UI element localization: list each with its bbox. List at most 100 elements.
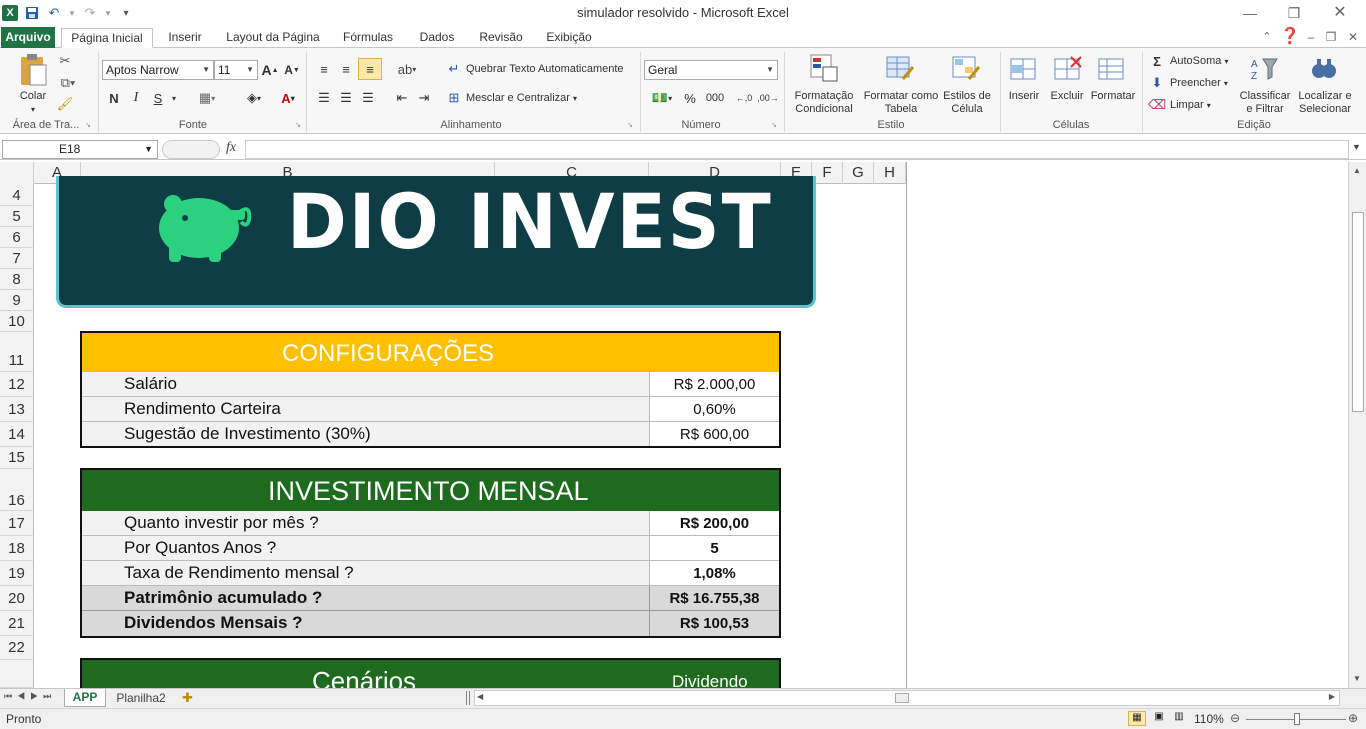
autosum-button[interactable]: AutoSoma ▾ xyxy=(1170,55,1228,68)
format-cells-button[interactable]: Formatar xyxy=(1088,90,1138,103)
worksheet-grid[interactable]: A B C D E F G H 4 5 6 7 8 9 10 11 12 13 … xyxy=(0,162,1348,688)
sheet-tab-app[interactable]: APP xyxy=(64,689,106,707)
monthly-value-cell[interactable]: 1,08% xyxy=(649,561,779,586)
align-bottom-icon[interactable]: ≡ xyxy=(358,58,382,80)
monthly-value-cell[interactable]: R$ 100,53 xyxy=(649,611,779,636)
autosum-icon[interactable]: Σ xyxy=(1150,54,1164,69)
row-header-21[interactable]: 21 xyxy=(0,611,34,636)
config-row[interactable]: Salário xyxy=(82,372,649,397)
monthly-value-cell[interactable]: 5 xyxy=(649,536,779,561)
percent-button[interactable]: % xyxy=(682,89,698,107)
help-icon[interactable]: ❓ xyxy=(1280,26,1300,48)
monthly-value-cell[interactable]: R$ 200,00 xyxy=(649,511,779,536)
number-format-combo[interactable]: Geral ▼ xyxy=(644,60,778,80)
sort-filter-icon[interactable]: AZ xyxy=(1248,54,1280,84)
copy-icon[interactable]: ⧉▾ xyxy=(56,75,80,91)
decrease-indent-icon[interactable]: ⇤ xyxy=(392,89,412,107)
format-table-button[interactable]: Formatar como Tabela xyxy=(862,90,940,116)
format-table-icon[interactable] xyxy=(884,52,916,84)
merge-center-icon[interactable]: ⊞ xyxy=(446,90,462,106)
tab-file[interactable]: Arquivo xyxy=(1,27,55,48)
zoom-out-icon[interactable]: ⊖ xyxy=(1230,711,1240,725)
config-row[interactable]: Rendimento Carteira xyxy=(82,397,649,422)
clipboard-launcher-icon[interactable]: ↘ xyxy=(84,121,92,129)
fill-icon[interactable]: ⬇ xyxy=(1150,75,1164,90)
underline-button[interactable]: S xyxy=(150,89,166,107)
cell-styles-icon[interactable] xyxy=(950,52,982,84)
row-header-14[interactable]: 14 xyxy=(0,422,34,447)
zoom-level[interactable]: 110% xyxy=(1194,712,1224,726)
monthly-total-row[interactable]: Patrimônio acumulado ? xyxy=(82,586,649,611)
scroll-thumb[interactable] xyxy=(1352,212,1364,412)
wb-minimize-icon[interactable]: – xyxy=(1302,26,1320,48)
font-name-combo[interactable]: Aptos Narrow ▼ xyxy=(102,60,214,80)
name-box[interactable]: E18 ▼ xyxy=(2,140,158,159)
row-header-16[interactable]: 16 xyxy=(0,469,34,511)
cell-styles-button[interactable]: Estilos de Célula xyxy=(938,90,996,116)
row-header-7[interactable]: 7 xyxy=(0,248,34,269)
config-value-cell[interactable]: R$ 2.000,00 xyxy=(649,372,779,397)
paste-icon[interactable] xyxy=(16,52,50,88)
align-center-icon[interactable]: ☰ xyxy=(336,89,356,107)
font-size-combo[interactable]: 11 ▼ xyxy=(214,60,258,80)
font-color-icon[interactable]: A ▾ xyxy=(274,89,302,107)
row-header-13[interactable]: 13 xyxy=(0,397,34,422)
normal-view-icon[interactable]: ▦ xyxy=(1128,711,1146,726)
row-header-17[interactable]: 17 xyxy=(0,511,34,536)
find-select-button[interactable]: Localizar e Selecionar xyxy=(1294,90,1356,116)
sort-filter-button[interactable]: Classificar e Filtrar xyxy=(1236,90,1294,116)
horizontal-scrollbar[interactable]: ◀ ▶ xyxy=(474,690,1340,706)
column-header-g[interactable]: G xyxy=(843,162,874,184)
alignment-launcher-icon[interactable]: ↘ xyxy=(626,121,634,129)
page-break-view-icon[interactable]: ▥ xyxy=(1170,711,1188,726)
font-launcher-icon[interactable]: ↘ xyxy=(294,121,302,129)
number-launcher-icon[interactable]: ↘ xyxy=(770,121,778,129)
config-row[interactable]: Sugestão de Investimento (30%) xyxy=(82,422,649,446)
zoom-in-icon[interactable]: ⊕ xyxy=(1348,711,1358,725)
tab-formulas[interactable]: Fórmulas xyxy=(336,28,400,48)
row-header-4[interactable]: 4 xyxy=(0,184,34,206)
align-middle-icon[interactable]: ≡ xyxy=(336,60,356,78)
row-header-15[interactable]: 15 xyxy=(0,447,34,469)
row-header-23[interactable] xyxy=(0,660,34,688)
row-header-18[interactable]: 18 xyxy=(0,536,34,561)
increase-decimal-icon[interactable]: ←,0 xyxy=(734,89,754,107)
insert-cells-icon[interactable] xyxy=(1008,54,1040,84)
row-header-5[interactable]: 5 xyxy=(0,206,34,227)
format-painter-icon[interactable]: 🖌 xyxy=(56,96,74,112)
decrease-decimal-icon[interactable]: ,00→ xyxy=(757,89,779,107)
row-header-6[interactable]: 6 xyxy=(0,227,34,248)
vertical-scrollbar[interactable]: ▲ ▼ xyxy=(1348,162,1366,688)
tab-splitter[interactable] xyxy=(466,691,470,705)
row-header-9[interactable]: 9 xyxy=(0,290,34,311)
hscroll-thumb[interactable] xyxy=(895,693,909,703)
tab-review[interactable]: Revisão xyxy=(474,28,528,48)
row-header-19[interactable]: 19 xyxy=(0,561,34,586)
monthly-row[interactable]: Taxa de Rendimento mensal ? xyxy=(82,561,649,586)
conditional-format-button[interactable]: Formatação Condicional xyxy=(788,90,860,116)
scroll-down-icon[interactable]: ▼ xyxy=(1353,674,1361,683)
row-header-22[interactable]: 22 xyxy=(0,636,34,660)
row-header-11[interactable]: 11 xyxy=(0,332,34,372)
underline-dropdown-icon[interactable]: ▾ xyxy=(168,89,180,107)
monthly-row[interactable]: Por Quantos Anos ? xyxy=(82,536,649,561)
orientation-icon[interactable]: ab ▾ xyxy=(394,60,420,78)
tab-data[interactable]: Dados xyxy=(412,28,462,48)
paste-button[interactable]: Colar xyxy=(12,90,54,103)
bold-button[interactable]: N xyxy=(106,89,122,107)
minimize-ribbon-icon[interactable]: ⌃ xyxy=(1258,26,1276,48)
minimize-icon[interactable]: — xyxy=(1230,2,1270,24)
conditional-format-icon[interactable] xyxy=(808,52,840,84)
row-header-20[interactable]: 20 xyxy=(0,586,34,611)
format-cells-icon[interactable] xyxy=(1096,54,1128,84)
scroll-right-icon[interactable]: ▶ xyxy=(1329,692,1335,701)
tab-home[interactable]: Página Inicial xyxy=(61,28,153,48)
wb-close-icon[interactable]: ✕ xyxy=(1344,26,1362,48)
thousands-button[interactable]: 000 xyxy=(704,89,726,107)
eraser-icon[interactable]: ⌫ xyxy=(1148,97,1166,112)
monthly-total-row[interactable]: Dividendos Mensais ? xyxy=(82,611,649,636)
expand-formula-icon[interactable]: ▼ xyxy=(1352,142,1361,152)
scroll-left-icon[interactable]: ◀ xyxy=(477,692,483,701)
clear-button[interactable]: Limpar ▾ xyxy=(1170,99,1211,112)
fx-icon[interactable]: fx xyxy=(226,140,236,156)
